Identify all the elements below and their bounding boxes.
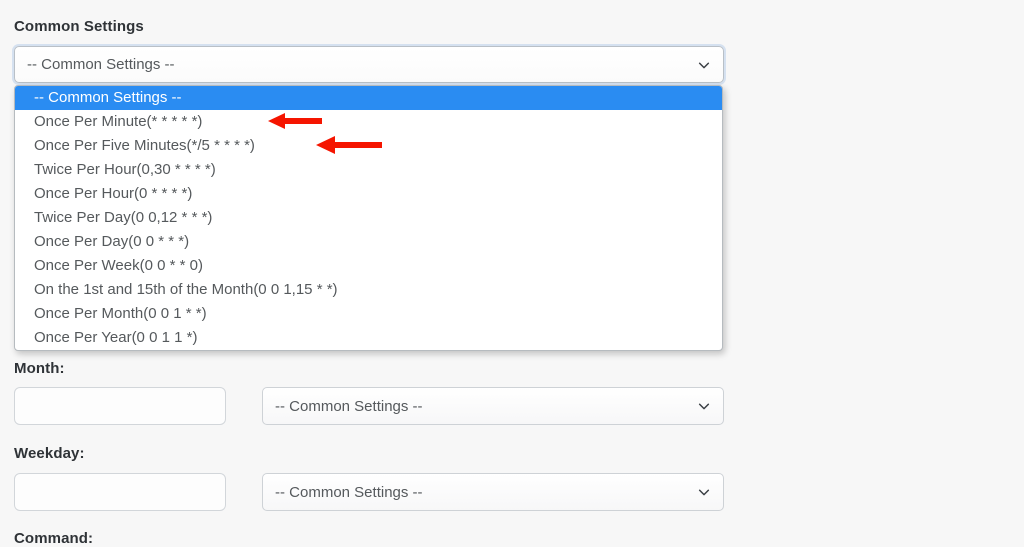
option-twice-per-hour[interactable]: Twice Per Hour(0,30 * * * *): [15, 158, 722, 182]
month-common-settings-select[interactable]: -- Common Settings --: [262, 387, 724, 425]
command-label: Command:: [14, 530, 94, 547]
common-settings-label: Common Settings: [14, 18, 144, 35]
option-once-per-year[interactable]: Once Per Year(0 0 1 1 *): [15, 326, 722, 350]
chevron-down-icon: [697, 58, 711, 72]
weekday-input[interactable]: [14, 473, 226, 511]
option-once-per-five-minutes[interactable]: Once Per Five Minutes(*/5 * * * *): [15, 134, 722, 158]
common-settings-select[interactable]: -- Common Settings --: [14, 46, 724, 83]
option-first-and-fifteenth-of-month[interactable]: On the 1st and 15th of the Month(0 0 1,1…: [15, 278, 722, 302]
weekday-common-settings-select[interactable]: -- Common Settings --: [262, 473, 724, 511]
option-once-per-hour[interactable]: Once Per Hour(0 * * * *): [15, 182, 722, 206]
month-select-value: -- Common Settings --: [275, 397, 423, 415]
option-once-per-week[interactable]: Once Per Week(0 0 * * 0): [15, 254, 722, 278]
cron-settings-form: Common Settings -- Common Settings -- --…: [0, 0, 1024, 547]
common-settings-select-value: -- Common Settings --: [27, 56, 175, 73]
option-once-per-minute[interactable]: Once Per Minute(* * * * *): [15, 110, 722, 134]
month-input[interactable]: [14, 387, 226, 425]
common-settings-option-list[interactable]: -- Common Settings -- Once Per Minute(* …: [14, 85, 723, 351]
option-once-per-day[interactable]: Once Per Day(0 0 * * *): [15, 230, 722, 254]
option-common-settings-placeholder[interactable]: -- Common Settings --: [15, 86, 722, 110]
month-label: Month:: [14, 360, 65, 377]
weekday-select-value: -- Common Settings --: [275, 483, 423, 501]
chevron-down-icon: [697, 399, 711, 413]
option-twice-per-day[interactable]: Twice Per Day(0 0,12 * * *): [15, 206, 722, 230]
option-once-per-month[interactable]: Once Per Month(0 0 1 * *): [15, 302, 722, 326]
weekday-label: Weekday:: [14, 445, 85, 462]
chevron-down-icon: [697, 485, 711, 499]
